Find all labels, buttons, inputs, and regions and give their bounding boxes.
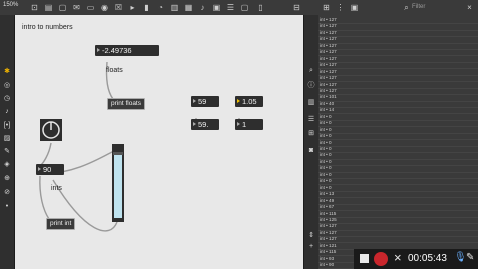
pen-icon[interactable]: ✎	[466, 252, 474, 263]
list-object-icon[interactable]: ☰	[226, 3, 235, 12]
audio-object-icon[interactable]: ♪	[198, 3, 207, 12]
floats-comment: floats	[106, 67, 123, 74]
search-icon: ⌕	[404, 3, 409, 12]
keyboard-object-icon[interactable]: ▦	[184, 3, 193, 12]
camera-icon[interactable]: ◙	[307, 147, 315, 155]
number-object-icon[interactable]: ▸	[128, 3, 137, 12]
lock-icon[interactable]: ⊡	[30, 3, 39, 12]
book-icon[interactable]: ▥	[307, 99, 315, 107]
patcher-icon[interactable]: ◈	[3, 161, 11, 169]
new-object-icon[interactable]: ▢	[58, 3, 67, 12]
int-box-right[interactable]: 1	[235, 119, 263, 130]
flonum-value: -2.49736	[102, 46, 132, 55]
patch-cords	[39, 61, 240, 232]
collapse-icon[interactable]: ⊟	[292, 3, 301, 12]
ints-comment: ints	[51, 185, 62, 192]
music-icon[interactable]: ♪	[3, 108, 11, 116]
message-icon[interactable]: ✉	[72, 3, 81, 12]
panel-object-icon[interactable]: ▢	[240, 3, 249, 12]
meter-object-icon[interactable]: ▥	[170, 3, 179, 12]
grid-icon[interactable]: ⊞	[307, 130, 315, 138]
presentation-icon[interactable]: ▤	[44, 3, 53, 12]
left-sidebar: ✱ ◎ ◷ ♪ [•] ▨ ✎ ◈ ⊕ ⊘ •	[0, 15, 15, 269]
scroll-icon[interactable]: ⇕	[307, 232, 315, 240]
search-icon[interactable]: ⌕	[307, 67, 315, 75]
info-icon[interactable]: ⓘ	[307, 82, 315, 90]
patcher-canvas[interactable]: intro to numbers -2.49736 floats print f…	[15, 15, 303, 269]
zoom-level[interactable]: 150%	[3, 2, 18, 8]
print-int-object[interactable]: print int	[46, 218, 76, 230]
dot-icon[interactable]: •	[3, 203, 11, 211]
close-console-icon[interactable]: ×	[465, 3, 474, 12]
console-clear-icon[interactable]: ⊞	[322, 3, 331, 12]
toggle-object-icon[interactable]: ☒	[114, 3, 123, 12]
stop-icon[interactable]	[360, 254, 369, 263]
int-box-90[interactable]: 90	[36, 164, 64, 175]
mic-icon[interactable]: 🎙	[454, 252, 467, 263]
cancel-icon[interactable]: ×	[394, 250, 402, 265]
recording-time: 00:05:43	[408, 253, 447, 264]
flonum-box-mid[interactable]: 1.05	[235, 96, 263, 107]
int-box-59[interactable]: 59	[191, 96, 219, 107]
code-icon[interactable]: ⊘	[3, 189, 11, 197]
circle-icon[interactable]: ◎	[3, 82, 11, 90]
console-menu-icon[interactable]: ⋮	[336, 3, 345, 12]
dial-object-icon[interactable]: ◔	[156, 3, 165, 12]
patch-title-comment: intro to numbers	[22, 24, 73, 31]
button-object-icon[interactable]: ◉	[100, 3, 109, 12]
flonum-box-59[interactable]: 59.	[191, 119, 219, 130]
top-toolbar: 150% ⊡ ▤ ▢ ✉ ▭ ◉ ☒ ▸ ▮ ◔ ▥ ▦ ♪ ▣ ☰ ▢ ▯ ⊟…	[0, 0, 478, 16]
inspector-icon[interactable]: ▯	[256, 3, 265, 12]
brush-icon[interactable]: ✎	[3, 148, 11, 156]
plus-icon[interactable]: +	[307, 243, 315, 251]
clock-icon[interactable]: ◷	[3, 95, 11, 103]
right-sidebar: ⌕ ⓘ ▥ ☰ ⊞ ◙ ⇕ +	[303, 15, 319, 269]
record-icon[interactable]	[374, 252, 388, 266]
print-floats-object[interactable]: print floats	[107, 98, 145, 110]
console-window-icon[interactable]: ▣	[350, 3, 359, 12]
list-icon[interactable]: ☰	[307, 116, 315, 124]
slider-fill	[114, 155, 122, 218]
slider-object[interactable]	[112, 144, 124, 222]
gear-icon[interactable]: ✱	[3, 68, 11, 76]
flonum-box-top[interactable]: -2.49736	[95, 45, 159, 56]
max-console: int • 127 int • 127 int • 127 int • 127 int …	[318, 15, 478, 269]
recording-bar: × 00:05:43 🎙 ✎	[354, 249, 478, 269]
dial-object[interactable]	[40, 119, 62, 141]
comment-icon[interactable]: ▭	[86, 3, 95, 12]
slider-knob[interactable]	[113, 152, 123, 155]
video-object-icon[interactable]: ▣	[212, 3, 221, 12]
filter-input[interactable]: Filter	[412, 4, 425, 10]
plus-circle-icon[interactable]: ⊕	[3, 175, 11, 183]
dial-knob-icon	[42, 121, 60, 139]
image-icon[interactable]: ▨	[3, 135, 11, 143]
slider-object-icon[interactable]: ▮	[142, 3, 151, 12]
bracket-icon[interactable]: [•]	[3, 122, 11, 130]
console-row-text: int • 90	[320, 262, 335, 268]
